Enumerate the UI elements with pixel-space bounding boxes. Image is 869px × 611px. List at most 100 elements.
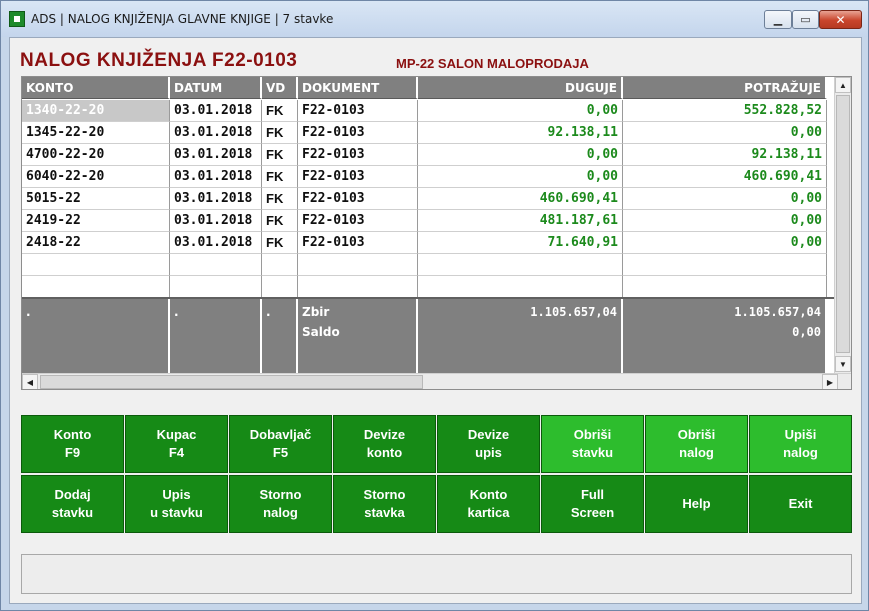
minimize-button[interactable]: ▁ [764,10,792,29]
table-cell-konto[interactable]: 6040-22-20 [22,166,170,188]
scroll-right-button[interactable]: ▶ [822,374,838,389]
column-header-dokument[interactable]: DOKUMENT [298,77,418,99]
column-header-potrazuje[interactable]: POTRAŽUJE [623,77,827,99]
kupac-f4-button[interactable]: Kupac F4 [125,415,228,473]
column-header-konto[interactable]: KONTO [22,77,170,99]
column-header-vd[interactable]: VD [262,77,298,99]
table-cell-vd[interactable]: FK [262,100,298,122]
empty-cell[interactable] [298,254,418,276]
table-cell-duguje[interactable]: 481.187,61 [418,210,623,232]
table-cell-datum[interactable]: 03.01.2018 [170,166,262,188]
table-cell-potrazuje[interactable]: 0,00 [623,210,827,232]
table-cell-dokument[interactable]: F22-0103 [298,144,418,166]
table-cell-dokument[interactable]: F22-0103 [298,232,418,254]
column-header-duguje[interactable]: DUGUJE [418,77,623,99]
scroll-left-button[interactable]: ◀ [22,374,38,389]
button-label-line2: F4 [168,445,185,460]
app-icon [9,11,25,27]
table-cell-potrazuje[interactable]: 0,00 [623,188,827,210]
empty-cell[interactable] [22,276,170,298]
table-cell-datum[interactable]: 03.01.2018 [170,188,262,210]
table-cell-dokument[interactable]: F22-0103 [298,210,418,232]
vertical-scrollbar[interactable]: ▲ ▼ [834,77,851,373]
table-cell-potrazuje[interactable]: 552.828,52 [623,100,827,122]
column-header-datum[interactable]: DATUM [170,77,262,99]
horizontal-scroll-thumb[interactable] [40,375,423,389]
empty-cell[interactable] [170,276,262,298]
upis-u-stavku-button[interactable]: Upis u stavku [125,475,228,533]
devize-konto-button[interactable]: Devize konto [333,415,436,473]
table-cell-duguje[interactable]: 0,00 [418,144,623,166]
table-cell-datum[interactable]: 03.01.2018 [170,144,262,166]
table-cell-duguje[interactable]: 460.690,41 [418,188,623,210]
table-cell-datum[interactable]: 03.01.2018 [170,210,262,232]
empty-cell[interactable] [298,276,418,298]
button-label-line2: stavku [571,445,614,460]
table-cell-vd[interactable]: FK [262,188,298,210]
table-cell-konto[interactable]: 1345-22-20 [22,122,170,144]
button-label-line2: nalog [783,445,818,460]
table-cell-potrazuje[interactable]: 92.138,11 [623,144,827,166]
empty-cell[interactable] [262,254,298,276]
empty-cell[interactable] [623,276,827,298]
title-bar[interactable]: ADS | NALOG KNJIŽENJA GLAVNE KNJIGE | 7 … [1,1,868,37]
scroll-down-button[interactable]: ▼ [835,356,851,372]
table-cell-vd[interactable]: FK [262,232,298,254]
table-cell-vd[interactable]: FK [262,122,298,144]
close-button[interactable]: ✕ [819,10,862,29]
storno-stavka-button[interactable]: Storno stavka [333,475,436,533]
empty-cell[interactable] [623,254,827,276]
table-cell-konto[interactable]: 5015-22 [22,188,170,210]
button-label-line1: Storno [259,487,302,502]
empty-cell[interactable] [22,254,170,276]
table-cell-datum[interactable]: 03.01.2018 [170,100,262,122]
table-cell-datum[interactable]: 03.01.2018 [170,232,262,254]
konto-f9-button[interactable]: Konto F9 [21,415,124,473]
table-cell-konto[interactable]: 2419-22 [22,210,170,232]
journal-grid[interactable]: ▲ ▼ ◀ ▶ KONTO DATUM VD DOKUMENT DUGUJE POTRAŽ… [21,76,852,390]
empty-cell[interactable] [262,276,298,298]
horizontal-scrollbar[interactable]: ◀ ▶ [22,373,851,389]
table-cell-vd[interactable]: FK [262,210,298,232]
totals-saldo-label: Saldo [298,323,418,373]
button-label-line1: Full [580,487,605,502]
table-cell-konto[interactable]: 1340-22-20 [22,100,170,122]
table-cell-dokument[interactable]: F22-0103 [298,122,418,144]
table-cell-duguje[interactable]: 0,00 [418,166,623,188]
devize-upis-button[interactable]: Devize upis [437,415,540,473]
table-cell-potrazuje[interactable]: 0,00 [623,232,827,254]
full-screen-button[interactable]: Full Screen [541,475,644,533]
dodaj-stavku-button[interactable]: Dodaj stavku [21,475,124,533]
dobavljač-f5-button[interactable]: Dobavljač F5 [229,415,332,473]
obriši-stavku-button[interactable]: Obriši stavku [541,415,644,473]
table-cell-potrazuje[interactable]: 0,00 [623,122,827,144]
konto-kartica-button[interactable]: Konto kartica [437,475,540,533]
table-cell-vd[interactable]: FK [262,144,298,166]
table-cell-datum[interactable]: 03.01.2018 [170,122,262,144]
table-cell-duguje[interactable]: 0,00 [418,100,623,122]
window-title: ADS | NALOG KNJIŽENJA GLAVNE KNJIGE | 7 … [31,12,334,26]
vertical-scroll-thumb[interactable] [836,95,850,353]
empty-cell[interactable] [170,254,262,276]
empty-cell[interactable] [418,276,623,298]
maximize-button[interactable]: ▭ [792,10,819,29]
upiši-nalog-button[interactable]: Upiši nalog [749,415,852,473]
table-cell-duguje[interactable]: 71.640,91 [418,232,623,254]
button-label-line1: Exit [788,496,813,511]
empty-cell[interactable] [418,254,623,276]
scroll-up-button[interactable]: ▲ [835,77,851,93]
exit-button[interactable]: Exit [749,475,852,533]
table-cell-konto[interactable]: 4700-22-20 [22,144,170,166]
obriši-nalog-button[interactable]: Obriši nalog [645,415,748,473]
table-cell-vd[interactable]: FK [262,166,298,188]
table-cell-konto[interactable]: 2418-22 [22,232,170,254]
table-cell-potrazuje[interactable]: 460.690,41 [623,166,827,188]
help-button[interactable]: Help [645,475,748,533]
arrow-right-icon: ▶ [826,377,834,387]
table-cell-dokument[interactable]: F22-0103 [298,166,418,188]
table-cell-duguje[interactable]: 92.138,11 [418,122,623,144]
storno-nalog-button[interactable]: Storno nalog [229,475,332,533]
table-cell-dokument[interactable]: F22-0103 [298,188,418,210]
table-cell-dokument[interactable]: F22-0103 [298,100,418,122]
status-bar [21,554,852,594]
